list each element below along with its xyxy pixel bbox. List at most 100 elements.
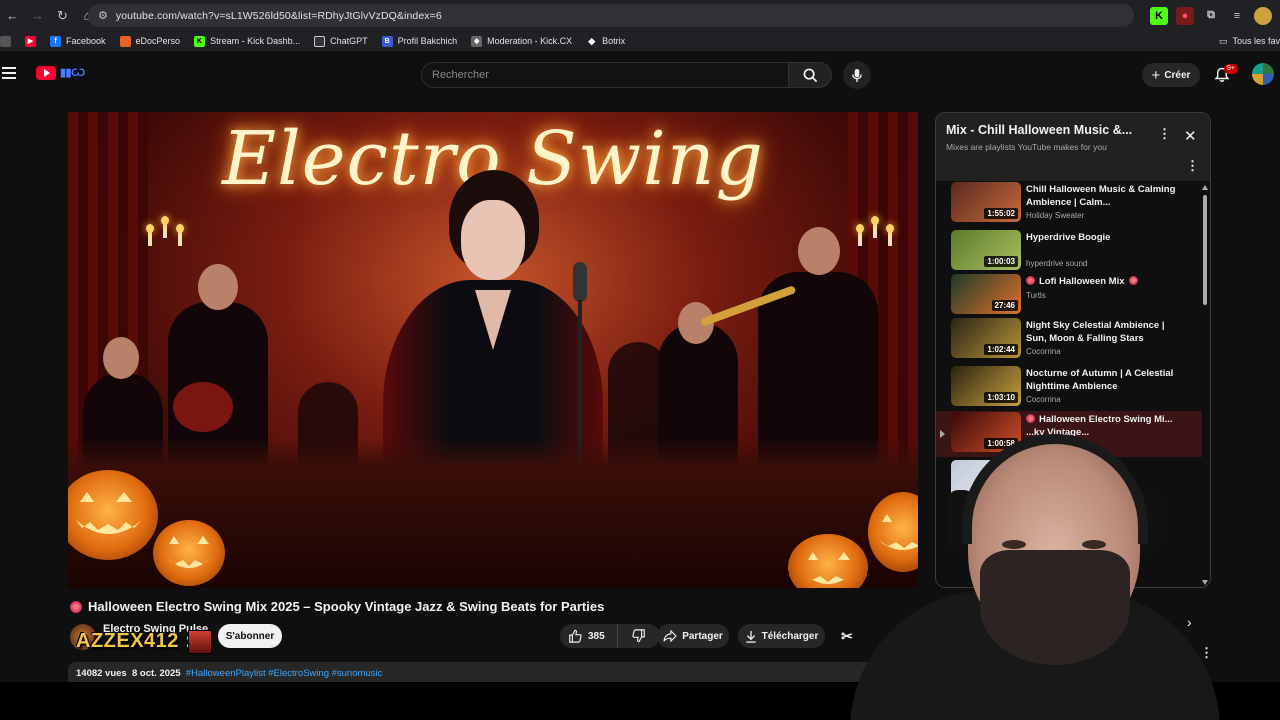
facebook-icon: f — [50, 35, 61, 47]
voice-search-button[interactable] — [843, 61, 871, 89]
playlist-item[interactable]: 1:03:10 Nocturne of Autumn | A Celestial … — [936, 365, 1202, 411]
create-label: Créer — [1164, 69, 1191, 81]
playlist-thumbnail[interactable]: 1:03:10 — [951, 366, 1021, 406]
bookmark-2[interactable]: K Stream - Kick Dashb... — [194, 35, 301, 47]
bookmarks-other[interactable]: ▭ Tous les fav — [1219, 31, 1280, 51]
playlist-title[interactable]: Mix - Chill Halloween Music &... — [946, 123, 1132, 137]
search-icon — [803, 68, 817, 82]
pumpkin-emoji-icon — [1026, 276, 1035, 285]
bookmark-label: Stream - Kick Dashb... — [210, 36, 301, 46]
forward-icon[interactable]: → — [25, 3, 50, 28]
bookmark-0[interactable]: f Facebook — [50, 35, 106, 47]
playlist-item-channel: Cocorrina — [1026, 347, 1061, 356]
reload-icon[interactable]: ↻ — [50, 3, 75, 28]
playlist-more-icon[interactable]: ⋮ — [1158, 127, 1171, 140]
site-info-icon[interactable]: ⚙ — [98, 9, 108, 22]
pumpkin — [68, 470, 158, 560]
pumpkin-emoji-icon — [70, 600, 82, 613]
account-avatar[interactable] — [1252, 63, 1274, 85]
plus-icon: + — [1151, 66, 1161, 84]
kick-extension-icon[interactable]: K — [1150, 6, 1168, 25]
playlist-subtitle: Mixes are playlists YouTube makes for yo… — [946, 142, 1107, 152]
download-icon — [745, 630, 756, 643]
bookmarks-bar: ▶ f Facebook eDocPerso K Stream - Kick Das… — [0, 31, 1280, 51]
playlist-thumbnail[interactable]: 1:55:02 — [951, 182, 1021, 222]
candle — [856, 224, 864, 246]
youtube-logo[interactable] — [36, 66, 56, 80]
playlist-item[interactable]: 1:02:44 Night Sky Celestial Ambience | Su… — [936, 317, 1202, 363]
youtube-icon: ▶ — [25, 35, 36, 47]
playlist-item[interactable]: 1:00:03 Hyperdrive Boogie hyperdrive sound — [936, 229, 1202, 275]
folder-icon: ▭ — [1218, 35, 1228, 46]
kick-icon: K — [194, 35, 206, 47]
playlist-thumbnail[interactable]: 1:00:03 — [951, 230, 1021, 270]
botrix-icon: ◆ — [588, 35, 596, 46]
video-title-text: Halloween Electro Swing Mix 2025 – Spook… — [88, 599, 605, 614]
apps-icon — [0, 35, 11, 47]
chevron-right-icon[interactable]: › — [1187, 614, 1192, 630]
subscribe-button[interactable]: S'abonner — [218, 624, 282, 648]
bookmark-5[interactable]: ◆ Moderation - Kick.CX — [471, 35, 572, 47]
more-options-icon[interactable]: ⋮ — [1200, 645, 1213, 661]
playlist-thumbnail[interactable]: 27:46 — [951, 274, 1021, 314]
address-bar[interactable]: ⚙ youtube.com/watch?v=sL1W526ld50&list=R… — [88, 4, 1134, 27]
bookmark-youtube[interactable]: ▶ — [25, 35, 36, 47]
scrollbar-thumb[interactable] — [1203, 195, 1207, 305]
duration-badge: 1:02:44 — [984, 344, 1018, 355]
kickcx-icon: ◆ — [471, 35, 483, 47]
playlist-item-title-text: Hyperdrive Boogie — [1026, 232, 1111, 243]
bookmark-4[interactable]: B Profil Bakchich — [381, 35, 457, 47]
description-box[interactable]: 14082 vues 8 oct. 2025 #HalloweenPlaylis… — [68, 662, 918, 682]
puzzle-extensions-icon[interactable]: ⧉ — [1202, 7, 1220, 25]
playlist-options-icon[interactable]: ⋮ — [1186, 159, 1199, 172]
media-controls-icon[interactable]: ≡ — [1228, 7, 1246, 25]
playlist-item-channel: hyperdrive sound — [1026, 259, 1088, 268]
search-input[interactable] — [432, 69, 788, 81]
pumpkin-emoji-icon — [1128, 276, 1138, 285]
bookmark-6[interactable]: ◆ Botrix — [586, 36, 625, 47]
candle — [146, 224, 154, 246]
bookmark-apps[interactable] — [0, 35, 11, 47]
playlist-thumbnail[interactable]: 1:02:44 — [951, 318, 1021, 358]
playlist-item-title-text: Night Sky Celestial Ambience | Sun, Moon… — [1026, 320, 1165, 344]
duration-badge: 1:55:02 — [984, 208, 1018, 219]
record-extension-icon[interactable]: ● — [1176, 6, 1194, 25]
playlist-header: Mix - Chill Halloween Music &... Mixes a… — [936, 113, 1210, 181]
menu-icon[interactable] — [2, 67, 16, 79]
close-icon[interactable]: ✕ — [1184, 127, 1197, 145]
webcam-headset — [962, 434, 1148, 544]
dislike-button[interactable] — [618, 629, 660, 643]
candle — [871, 216, 879, 238]
playlist-item[interactable]: 27:46 Lofi Halloween Mix Turtls — [936, 273, 1202, 319]
duration-badge: 1:03:10 — [984, 392, 1018, 403]
bookmark-3[interactable]: ChatGPT — [314, 35, 368, 47]
guitarist-head — [198, 264, 238, 310]
hashtags[interactable]: #HalloweenPlaylist #ElectroSwing #sunomu… — [186, 668, 382, 679]
search-button[interactable] — [789, 62, 832, 88]
playlist-item-title-text: Nocturne of Autumn | A Celestial Nightti… — [1026, 368, 1174, 392]
candle — [176, 224, 184, 246]
profile-icon[interactable] — [1254, 6, 1272, 25]
playlist-item-title: Nocturne of Autumn | A Celestial Nightti… — [1026, 367, 1176, 393]
back-icon[interactable]: ← — [0, 3, 25, 28]
playlist-item-channel: Cocorrina — [1026, 395, 1061, 404]
download-button[interactable]: Télécharger — [738, 624, 825, 648]
guitar — [173, 382, 233, 432]
streamer-webcam — [850, 430, 1220, 720]
like-button[interactable]: 385 — [560, 624, 618, 648]
thumbs-down-icon — [632, 629, 645, 643]
create-button[interactable]: + Créer — [1142, 63, 1200, 87]
playlist-item-title-text: Lofi Halloween Mix — [1039, 276, 1125, 287]
playlist-item-title: Night Sky Celestial Ambience | Sun, Moon… — [1026, 319, 1176, 345]
playlist-item-title: Hyperdrive Boogie — [1026, 231, 1176, 244]
candle — [161, 216, 169, 238]
playlist-item-channel: Holiday Sweater — [1026, 211, 1085, 220]
video-player[interactable]: Electro Swing — [68, 112, 918, 588]
bookmark-label: Botrix — [602, 36, 626, 46]
playlist-item[interactable]: 1:55:02 Chill Halloween Music & Calming A… — [936, 181, 1202, 227]
share-button[interactable]: Partager — [657, 624, 729, 648]
youtube-doodle-icon[interactable]: ▮▮Ѡ — [60, 66, 85, 79]
channel-actions-row: Electro Swing Pulse AZZEX412 : S'abonner… — [70, 621, 920, 654]
bookmark-1[interactable]: eDocPerso — [119, 35, 180, 47]
extensions-area: K ● ⧉ ≡ — [1150, 0, 1280, 31]
